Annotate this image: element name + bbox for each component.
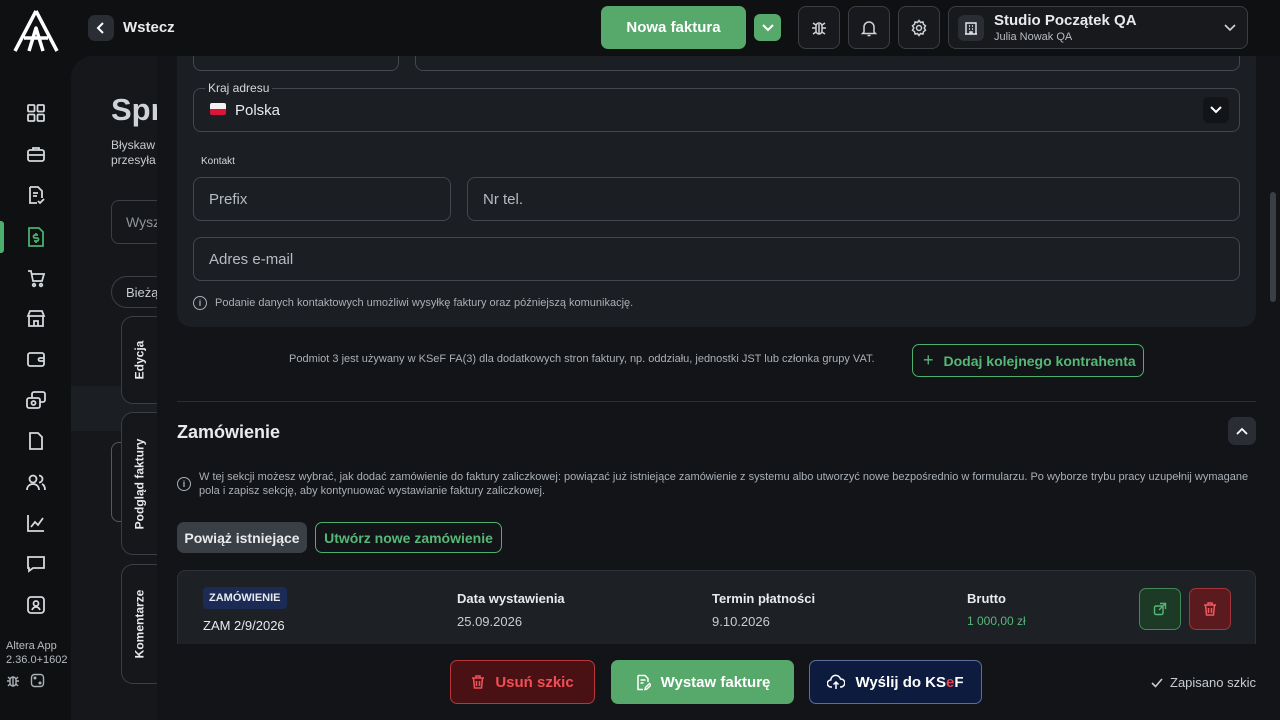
cart-icon[interactable]: [18, 262, 54, 294]
back-label[interactable]: Wstecz: [123, 19, 175, 36]
background-title: Spr: [111, 92, 163, 127]
bug-icon: [812, 21, 826, 35]
scrollbar[interactable]: [1270, 192, 1276, 302]
gross-value: 1 000,00 zł: [967, 614, 1026, 628]
order-section-title: Zamówienie: [177, 422, 281, 442]
gross-label: Brutto: [967, 591, 1006, 606]
tab-comments[interactable]: Komentarze: [121, 564, 157, 684]
due-date-label: Termin płatności: [712, 591, 816, 606]
invoice-dollar-icon[interactable]: [18, 221, 54, 253]
notifications-button[interactable]: [848, 6, 890, 49]
tab-edit[interactable]: Edycja: [121, 316, 157, 404]
issue-date-label: Data wystawienia: [457, 591, 565, 606]
user-name: Julia Nowak QA: [994, 31, 1073, 43]
bug-report-button[interactable]: [798, 6, 840, 49]
cloud-upload-icon: [827, 674, 846, 689]
chevron-up-icon: [1236, 427, 1248, 435]
draft-saved-status: Zapisano szkic: [1151, 675, 1256, 690]
briefcase-icon[interactable]: [18, 138, 54, 170]
order-type-badge: ZAMÓWIENIE: [203, 587, 287, 609]
invoice-form-panel: Polska Kraj adresu Kontakt Prefix Nr tel…: [157, 56, 1280, 644]
transfer-icon[interactable]: [18, 384, 54, 416]
contractor-card: Polska Kraj adresu Kontakt Prefix Nr tel…: [177, 56, 1256, 327]
divider: [177, 401, 1256, 402]
store-icon[interactable]: [18, 302, 54, 334]
due-date-value: 9.10.2026: [712, 614, 770, 629]
check-icon: [1151, 677, 1163, 688]
file-icon[interactable]: [18, 425, 54, 457]
tab-invoice-preview[interactable]: Podgląd faktury: [121, 412, 157, 555]
external-link-icon: [1153, 602, 1167, 616]
email-input[interactable]: Adres e-mail: [193, 237, 1240, 281]
chevron-down-icon: [761, 23, 774, 31]
link-existing-order-tab[interactable]: Powiąż istniejące: [177, 522, 307, 553]
phone-prefix-input[interactable]: Prefix: [193, 177, 451, 221]
issue-invoice-button[interactable]: Wystaw fakturę: [611, 660, 794, 704]
contact-note: Podanie danych kontaktowych umożliwi wys…: [215, 297, 634, 309]
organization-name: Studio Początek QA: [994, 12, 1137, 29]
bell-icon: [861, 20, 877, 36]
user-badge-icon[interactable]: [18, 589, 54, 621]
entity-note: Podmiot 3 jest używany w KSeF FA(3) dla …: [289, 353, 875, 365]
trash-icon: [472, 675, 485, 689]
app-logo[interactable]: [11, 8, 61, 54]
create-new-order-tab[interactable]: Utwórz nowe zamówienie: [315, 522, 502, 553]
info-icon: i: [177, 477, 191, 491]
new-invoice-dropdown[interactable]: [754, 14, 781, 41]
country-value: Polska: [235, 102, 281, 119]
open-order-button[interactable]: [1139, 588, 1181, 630]
app-version: 2.36.0+1602: [6, 654, 68, 666]
new-invoice-button[interactable]: Nowa faktura: [601, 6, 746, 49]
organization-switcher[interactable]: Studio Początek QA Julia Nowak QA: [948, 6, 1248, 49]
info-icon: i: [193, 296, 207, 310]
contact-label: Kontakt: [201, 156, 235, 167]
country-label: Kraj adresu: [205, 81, 273, 95]
settings-button[interactable]: [898, 6, 940, 49]
dashboard-icon[interactable]: [18, 97, 54, 129]
order-info-text: W tej sekcji możesz wybrać, jak dodać za…: [199, 471, 1249, 497]
bug-icon[interactable]: [5, 673, 21, 689]
building-icon: [958, 15, 984, 41]
collapse-section-button[interactable]: [1228, 417, 1256, 445]
chevron-down-icon[interactable]: [1203, 97, 1229, 123]
field-partial-left[interactable]: [193, 56, 399, 71]
trash-icon: [1204, 602, 1216, 616]
wallet-icon[interactable]: [18, 343, 54, 375]
country-select[interactable]: Polska: [193, 88, 1240, 132]
delete-order-button[interactable]: [1189, 588, 1231, 630]
sidebar: Altera App 2.36.0+1602: [0, 0, 71, 720]
active-indicator: [0, 221, 4, 253]
document-edit-icon: [636, 674, 651, 691]
order-number: ZAM 2/9/2026: [203, 618, 285, 633]
app-name: Altera App: [6, 640, 57, 652]
document-check-icon[interactable]: [18, 179, 54, 211]
dice-icon[interactable]: [30, 673, 45, 688]
plus-icon: +: [923, 350, 934, 370]
phone-number-input[interactable]: Nr tel.: [467, 177, 1240, 221]
gear-icon: [911, 18, 927, 37]
chevron-down-icon: [1223, 20, 1237, 34]
issue-date-value: 25.09.2026: [457, 614, 523, 629]
delete-draft-button[interactable]: Usuń szkic: [450, 660, 595, 704]
users-icon[interactable]: [18, 466, 54, 498]
order-row: ZAMÓWIENIE ZAM 2/9/2026 Data wystawienia…: [177, 570, 1256, 644]
add-contractor-button[interactable]: + Dodaj kolejnego kontrahenta: [912, 344, 1144, 377]
bottom-action-bar: Usuń szkic Wystaw fakturę Wyślij do KSeF…: [157, 644, 1280, 720]
field-partial-right[interactable]: [415, 56, 1240, 71]
chart-icon[interactable]: [18, 507, 54, 539]
send-to-ksef-button[interactable]: Wyślij do KSeF: [809, 660, 982, 704]
back-button[interactable]: [88, 15, 114, 41]
background-subtitle: Błyskaw przesyła: [111, 138, 156, 167]
chat-icon[interactable]: [18, 548, 54, 580]
poland-flag-icon: [210, 103, 226, 115]
